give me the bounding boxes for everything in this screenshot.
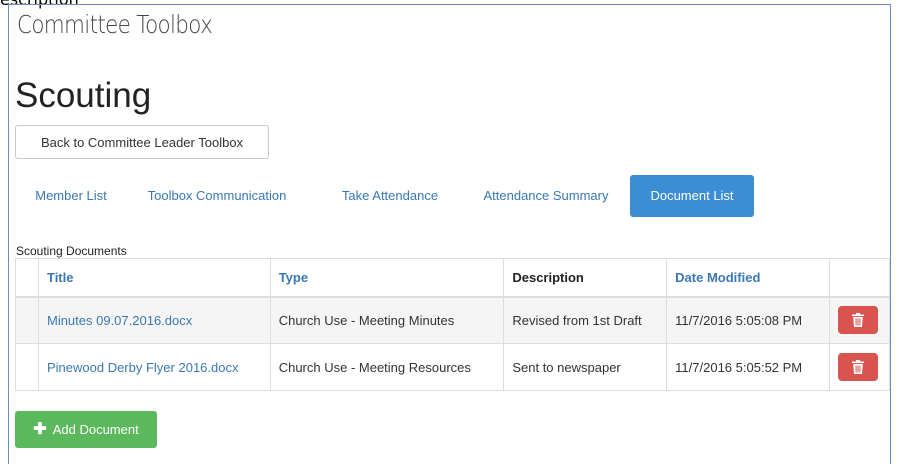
document-description-cell: Revised from 1st Draft (503, 296, 668, 344)
column-header-type[interactable]: Type (269, 258, 505, 298)
document-title-cell: Pinewood Derby Flyer 2016.docx (37, 343, 271, 391)
tab-member-list[interactable]: Member List (15, 175, 127, 217)
row-handle-header (15, 258, 39, 298)
row-handle (15, 343, 39, 391)
column-header-description: Description (503, 258, 668, 298)
documents-section-label: Scouting Documents (16, 244, 127, 258)
column-header-date-modified[interactable]: Date Modified (666, 258, 830, 298)
back-to-leader-toolbox-button[interactable]: Back to Committee Leader Toolbox (15, 125, 269, 159)
document-title-cell: Minutes 09.07.2016.docx (37, 296, 271, 344)
table-row: Pinewood Derby Flyer 2016.docx Church Us… (15, 343, 891, 391)
document-type-cell: Church Use - Meeting Resources (269, 343, 505, 391)
document-title-link[interactable]: Pinewood Derby Flyer 2016.docx (47, 360, 239, 375)
toolbox-tabs: Member List Toolbox Communication Take A… (15, 175, 875, 217)
tab-toolbox-communication[interactable]: Toolbox Communication (129, 175, 305, 217)
toolbox-title: Committee Toolbox (17, 10, 213, 39)
document-description-cell: Sent to newspaper (503, 343, 668, 391)
delete-document-button[interactable] (837, 306, 878, 335)
document-date-cell: 11/7/2016 5:05:08 PM (666, 296, 830, 344)
document-actions-cell (828, 343, 891, 391)
tab-take-attendance[interactable]: Take Attendance (317, 175, 463, 217)
plus-icon: ✚ (33, 420, 47, 438)
actions-header (828, 258, 891, 298)
trash-icon (851, 313, 864, 328)
tab-document-list[interactable]: Document List (630, 175, 754, 217)
document-type-cell: Church Use - Meeting Minutes (269, 296, 505, 344)
add-document-button[interactable]: ✚ Add Document (15, 411, 157, 448)
document-date-cell: 11/7/2016 5:05:52 PM (666, 343, 830, 391)
document-actions-cell (828, 296, 891, 344)
table-header-row: Title Type Description Date Modified (15, 258, 891, 298)
row-handle (15, 296, 39, 344)
delete-document-button[interactable] (837, 353, 878, 381)
documents-table: Title Type Description Date Modified Min… (15, 258, 891, 391)
trash-icon (851, 360, 864, 374)
document-title-link[interactable]: Minutes 09.07.2016.docx (47, 313, 192, 328)
add-document-label: Add Document (52, 422, 139, 437)
tab-attendance-summary[interactable]: Attendance Summary (465, 175, 627, 217)
toolbox-panel (8, 4, 891, 464)
table-row: Minutes 09.07.2016.docx Church Use - Mee… (15, 296, 891, 344)
page-title: Scouting (15, 76, 152, 115)
column-header-title[interactable]: Title (37, 258, 271, 298)
